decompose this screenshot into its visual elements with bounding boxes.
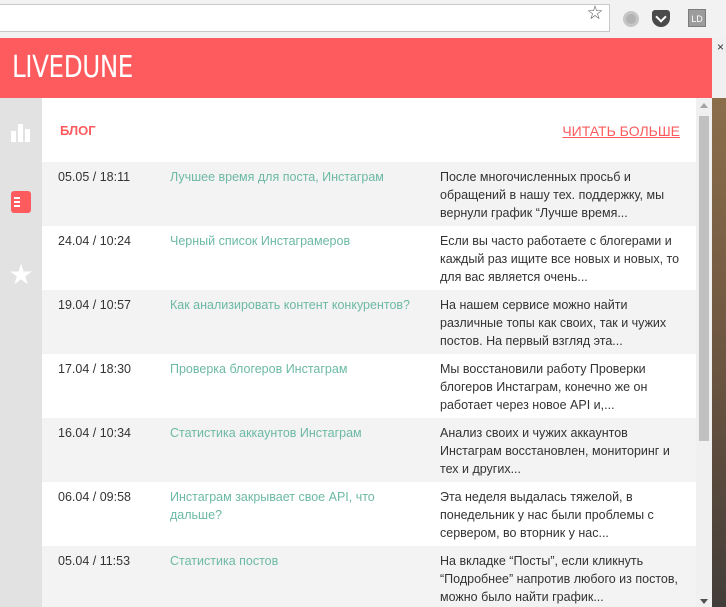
livedune-popup: LIVEDUNE ★ БЛОГ ЧИТАТЬ БОЛЬШЕ 05.05 / 18… bbox=[0, 38, 712, 607]
blog-panel: БЛОГ ЧИТАТЬ БОЛЬШЕ 05.05 / 18:11 Лучшее … bbox=[42, 98, 696, 607]
scroll-down-arrow-icon[interactable] bbox=[700, 599, 708, 604]
post-title-link[interactable]: Проверка блогеров Инстаграм bbox=[170, 360, 420, 378]
post-excerpt: Мы восстановили работу Проверки блогеров… bbox=[440, 362, 648, 412]
close-icon[interactable]: × bbox=[717, 40, 724, 54]
scrollbar-thumb[interactable] bbox=[699, 116, 709, 441]
nav-blog[interactable] bbox=[0, 182, 42, 222]
page-title: БЛОГ bbox=[60, 123, 96, 138]
post-title-link[interactable]: Черный список Инстаграмеров bbox=[170, 232, 420, 250]
livedune-extension-icon[interactable]: LD bbox=[688, 9, 706, 27]
scroll-up-arrow-icon[interactable] bbox=[700, 103, 708, 108]
scrollbar[interactable] bbox=[696, 98, 712, 607]
list-item: 17.04 / 18:30 Проверка блогеров Инстагра… bbox=[42, 354, 696, 418]
post-title-link[interactable]: Инстаграм закрывает свое API, что дальше… bbox=[170, 488, 420, 524]
blog-icon bbox=[11, 191, 31, 213]
post-date: 24.04 / 10:24 bbox=[58, 234, 131, 248]
post-title-link[interactable]: Как анализировать контент конкурентов? bbox=[170, 296, 420, 314]
bar-chart-icon bbox=[11, 122, 31, 142]
list-item: 05.05 / 18:11 Лучшее время для поста, Ин… bbox=[42, 162, 696, 226]
background-page bbox=[712, 38, 726, 607]
post-title-link[interactable]: Статистика постов bbox=[170, 552, 420, 570]
post-date: 05.04 / 11:53 bbox=[58, 554, 131, 568]
side-nav: ★ bbox=[0, 98, 42, 607]
pocket-icon[interactable] bbox=[652, 10, 670, 27]
post-excerpt: Если вы часто работаете с блогерами и ка… bbox=[440, 234, 680, 284]
bookmark-star-icon[interactable]: ☆ bbox=[585, 4, 605, 24]
address-bar[interactable] bbox=[0, 4, 610, 32]
nav-favorites[interactable]: ★ bbox=[0, 256, 42, 296]
post-excerpt: Эта неделя выдалась тяжелой, в понедельн… bbox=[440, 490, 654, 540]
post-excerpt: Анализ своих и чужих аккаунтов Инстаграм… bbox=[440, 426, 670, 476]
post-date: 06.04 / 09:58 bbox=[58, 490, 131, 504]
list-item: 16.04 / 10:34 Статистика аккаунтов Инста… bbox=[42, 418, 696, 482]
post-date: 17.04 / 18:30 bbox=[58, 362, 131, 376]
read-more-link[interactable]: ЧИТАТЬ БОЛЬШЕ bbox=[562, 123, 680, 139]
app-header: LIVEDUNE bbox=[0, 38, 712, 98]
blog-post-list: 05.05 / 18:11 Лучшее время для поста, Ин… bbox=[42, 162, 696, 607]
globe-icon[interactable] bbox=[623, 11, 639, 27]
post-date: 05.05 / 18:11 bbox=[58, 170, 131, 184]
list-item: 05.04 / 11:53 Статистика постов На вклад… bbox=[42, 546, 696, 607]
browser-toolbar: ☆ LD bbox=[0, 0, 726, 39]
star-icon: ★ bbox=[8, 259, 34, 290]
post-date: 19.04 / 10:57 bbox=[58, 298, 131, 312]
post-title-link[interactable]: Статистика аккаунтов Инстаграм bbox=[170, 424, 420, 442]
list-item: 06.04 / 09:58 Инстаграм закрывает свое A… bbox=[42, 482, 696, 546]
post-excerpt: На нашем сервисе можно найти различные т… bbox=[440, 298, 667, 348]
post-title-link[interactable]: Лучшее время для поста, Инстаграм bbox=[170, 168, 420, 186]
post-date: 16.04 / 10:34 bbox=[58, 426, 131, 440]
list-item: 19.04 / 10:57 Как анализировать контент … bbox=[42, 290, 696, 354]
list-item: 24.04 / 10:24 Черный список Инстаграмеро… bbox=[42, 226, 696, 290]
post-excerpt: На вкладке “Посты”, если кликнуть “Подро… bbox=[440, 554, 678, 604]
app-logo: LIVEDUNE bbox=[12, 50, 133, 85]
post-excerpt: После многочисленных просьб и обращений … bbox=[440, 170, 665, 220]
nav-stats[interactable] bbox=[0, 112, 42, 152]
